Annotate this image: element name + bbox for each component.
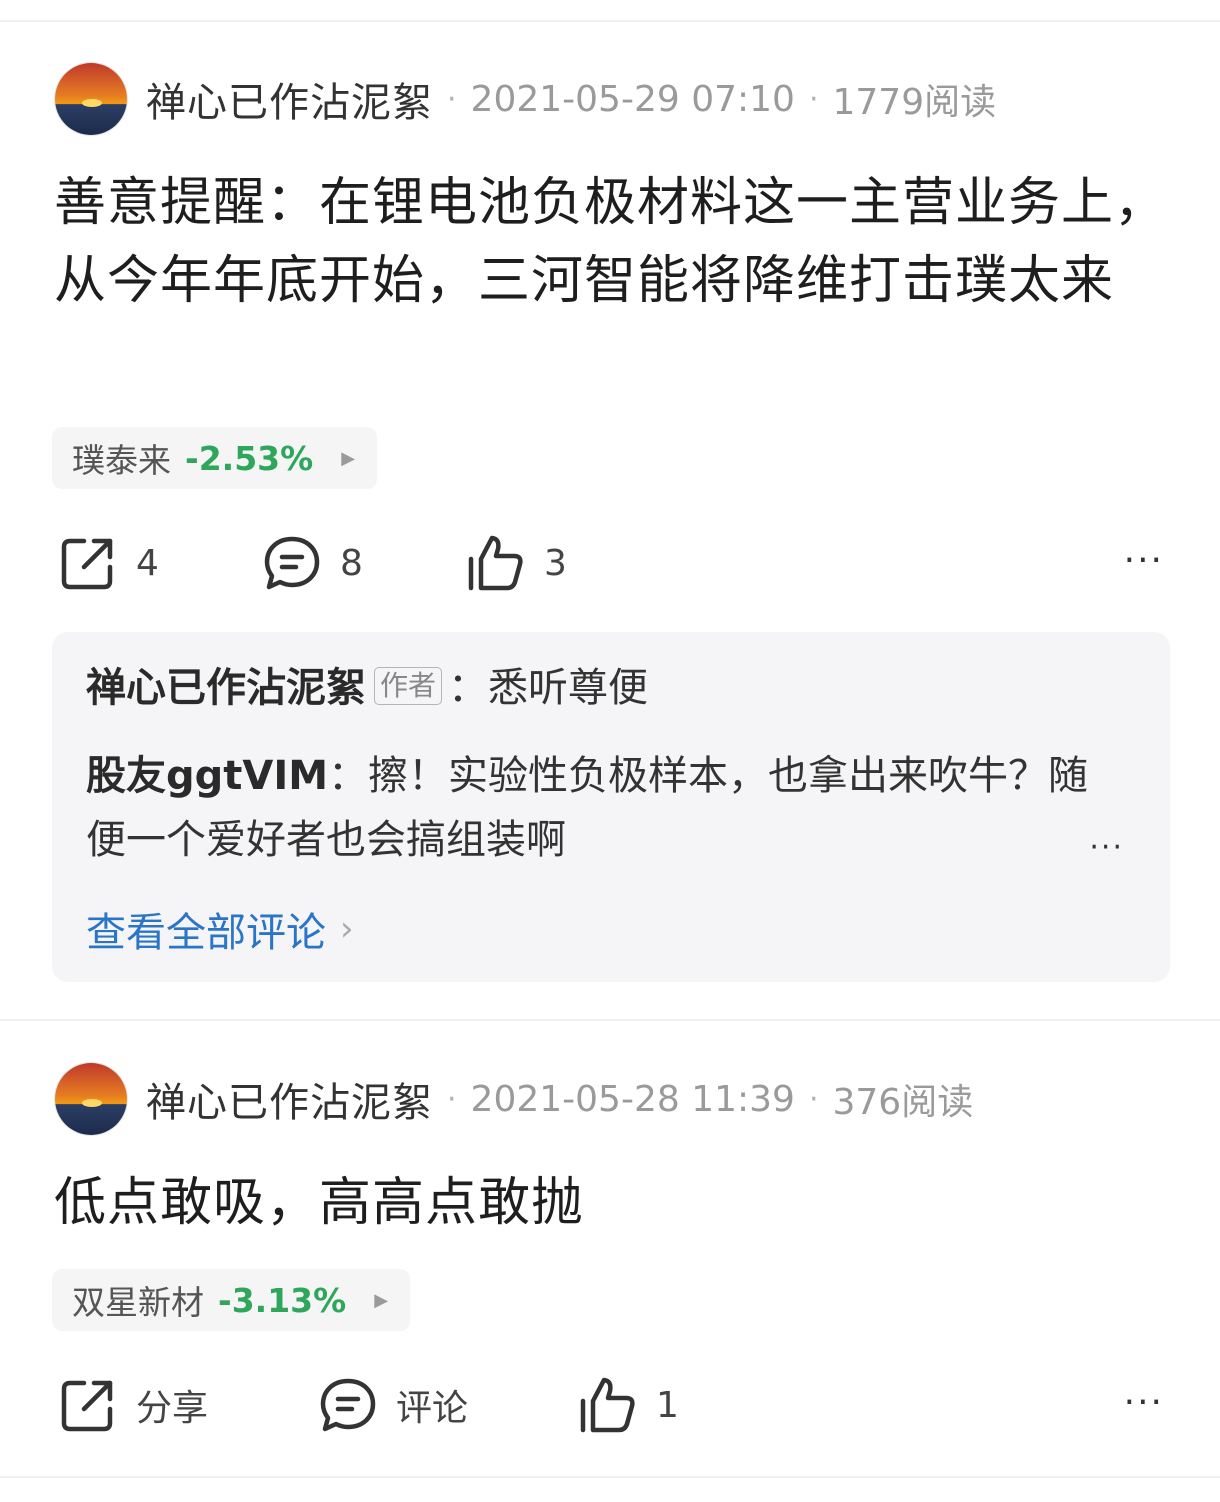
more-icon[interactable]: ··· <box>1124 543 1164 579</box>
stock-change: -3.13% <box>218 1280 347 1320</box>
share-button[interactable]: 4 <box>58 528 159 598</box>
comment-button[interactable]: 8 <box>262 528 363 598</box>
post-header: 禅心已作沾泥絮 · 2021-05-29 07:10 · 1779阅读 <box>54 62 996 136</box>
share-icon <box>61 538 113 590</box>
post-content[interactable]: 低点敢吸，高高点敢抛 <box>54 1164 1174 1242</box>
share-count: 4 <box>136 542 159 584</box>
meta-separator: · <box>447 81 457 117</box>
action-bar: 4 8 3 ··· <box>0 528 1220 598</box>
like-button[interactable]: 3 <box>466 528 567 598</box>
comment-count: 8 <box>340 542 363 584</box>
stock-name: 双星新材 <box>72 1283 204 1322</box>
meta-separator: · <box>808 81 819 117</box>
read-count: 1779阅读 <box>832 82 997 123</box>
bottom-divider <box>0 1476 1220 1478</box>
comment-text: 悉听尊便 <box>488 665 649 711</box>
top-divider <box>0 20 1220 22</box>
view-all-label: 查看全部评论 <box>86 910 326 956</box>
comment-item[interactable]: 禅心已作沾泥絮 作者 ：悉听尊便 <box>86 656 1116 720</box>
post-date: 2021-05-28 11:39 <box>470 1078 795 1120</box>
post-content[interactable]: 善意提醒：在锂电池负极材料这一主营业务上，从今年年底开始，三河智能将降维打击璞太… <box>54 164 1174 320</box>
chevron-right-icon: › <box>340 909 354 949</box>
thumbs-up-icon <box>468 535 523 591</box>
view-all-comments-link[interactable]: 查看全部评论 › <box>86 900 354 958</box>
stock-tag[interactable]: 璞泰来 -2.53% ▶ <box>52 427 378 489</box>
post-divider <box>0 1019 1220 1021</box>
like-count: 1 <box>656 1384 679 1426</box>
read-count: 376阅读 <box>832 1082 974 1123</box>
comment-user[interactable]: 禅心已作沾泥絮 <box>86 665 366 711</box>
like-count: 3 <box>544 542 567 584</box>
thumbs-up-icon <box>580 1377 635 1433</box>
post-header: 禅心已作沾泥絮 · 2021-05-28 11:39 · 376阅读 <box>54 1062 973 1136</box>
avatar[interactable] <box>54 1062 128 1136</box>
author-badge: 作者 <box>374 667 443 705</box>
meta-separator: · <box>447 1081 457 1117</box>
like-button[interactable]: 1 <box>578 1370 679 1440</box>
triangle-right-icon: ▶ <box>374 1289 389 1311</box>
comment-more-icon: ··· <box>1089 830 1124 865</box>
comment-icon <box>264 536 320 590</box>
action-bar: 分享 评论 1 ··· <box>0 1370 1220 1440</box>
post-date: 2021-05-29 07:10 <box>470 78 795 120</box>
comment-user[interactable]: 股友ggtVIM <box>86 753 328 799</box>
comment-separator: ： <box>448 665 489 711</box>
comment-button[interactable]: 评论 <box>318 1370 468 1440</box>
stock-name: 璞泰来 <box>72 441 171 480</box>
comment-label: 评论 <box>396 1388 469 1429</box>
share-icon <box>61 1380 113 1432</box>
comment-separator: ： <box>328 753 369 799</box>
author-name[interactable]: 禅心已作沾泥絮 <box>146 1070 433 1128</box>
triangle-right-icon: ▶ <box>341 447 356 469</box>
meta-separator: · <box>808 1081 819 1117</box>
stock-tag[interactable]: 双星新材 -3.13% ▶ <box>52 1269 411 1331</box>
comment-preview[interactable]: 禅心已作沾泥絮 作者 ：悉听尊便 股友ggtVIM：擦！实验性负极样本，也拿出来吹牛… <box>52 632 1170 982</box>
stock-change: -2.53% <box>185 438 314 478</box>
share-button[interactable]: 分享 <box>58 1370 208 1440</box>
more-icon[interactable]: ··· <box>1124 1385 1164 1421</box>
avatar[interactable] <box>54 62 128 136</box>
author-name[interactable]: 禅心已作沾泥絮 <box>146 70 433 128</box>
comment-icon <box>320 1378 376 1432</box>
share-label: 分享 <box>136 1388 209 1429</box>
comment-item[interactable]: 股友ggtVIM：擦！实验性负极样本，也拿出来吹牛？随便一个爱好者也会搞组装啊 <box>86 744 1116 872</box>
